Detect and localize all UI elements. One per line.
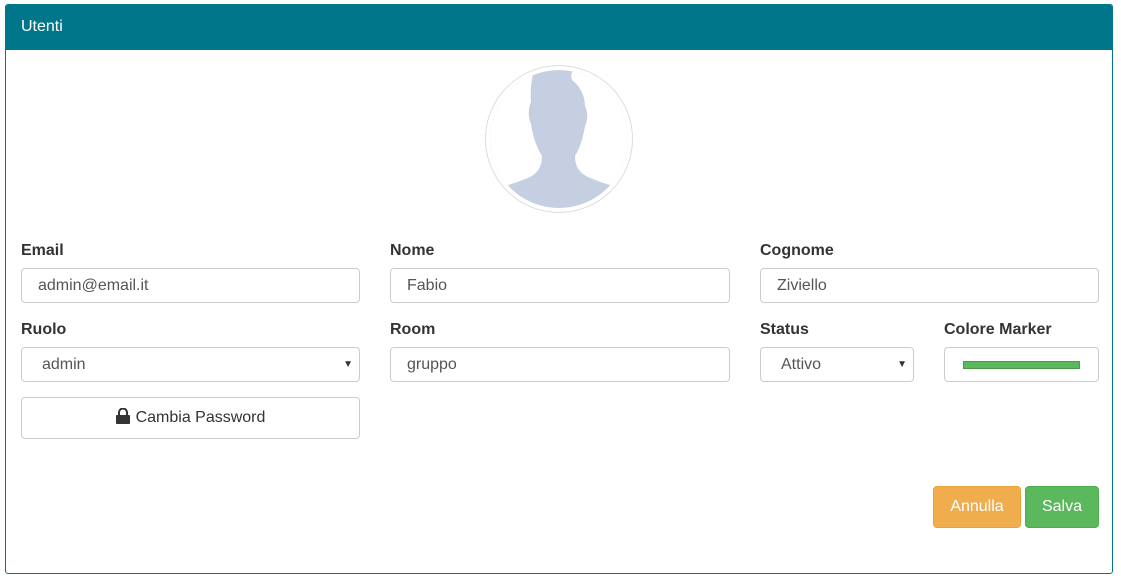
color-swatch [963, 361, 1080, 369]
user-silhouette-icon [490, 70, 628, 208]
status-select-value: Attivo [781, 356, 822, 373]
colore-marker-picker[interactable] [944, 347, 1099, 382]
cognome-field[interactable]: Ziviello [760, 268, 1099, 303]
email-field[interactable]: admin@email.it [21, 268, 360, 303]
save-button[interactable]: Salva [1025, 486, 1099, 528]
email-label: Email [21, 242, 64, 259]
room-label: Room [390, 321, 436, 338]
nome-field[interactable]: Fabio [390, 268, 730, 303]
status-select[interactable]: Attivo ▼ [760, 347, 914, 382]
chevron-down-icon: ▼ [343, 359, 353, 370]
ruolo-select[interactable]: admin ▼ [21, 347, 360, 382]
panel-title: Utenti [6, 5, 1112, 50]
room-field[interactable]: gruppo [390, 347, 730, 382]
users-panel: Utenti Email Nome Cognome admin@email.it… [5, 4, 1113, 574]
ruolo-select-value: admin [42, 356, 86, 373]
change-password-button[interactable]: Cambia Password [21, 397, 360, 439]
ruolo-label: Ruolo [21, 321, 67, 338]
cancel-button[interactable]: Annulla [933, 486, 1021, 528]
chevron-down-icon: ▼ [897, 359, 907, 370]
nome-label: Nome [390, 242, 435, 259]
lock-icon [115, 407, 130, 424]
cognome-label: Cognome [760, 242, 834, 259]
colore-marker-label: Colore Marker [944, 321, 1052, 338]
status-label: Status [760, 321, 809, 338]
change-password-label: Cambia Password [135, 409, 266, 426]
avatar [485, 65, 633, 213]
